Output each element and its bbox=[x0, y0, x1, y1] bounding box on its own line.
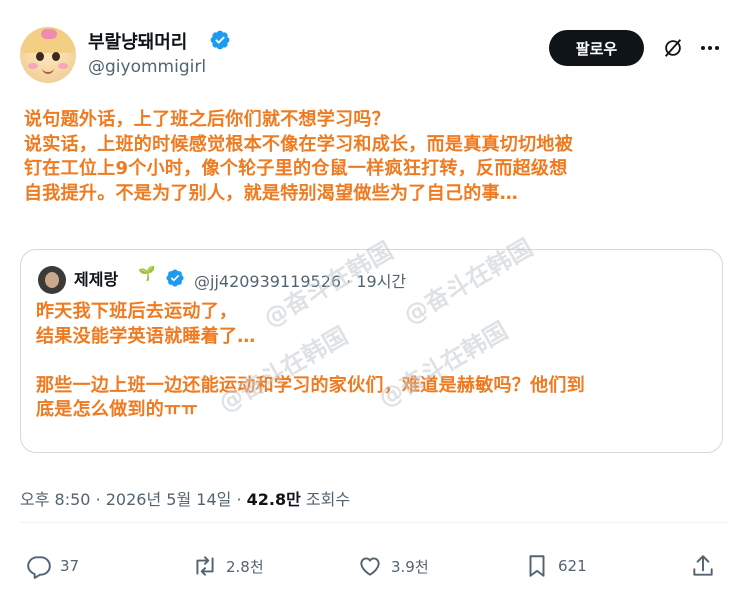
avatar-cheek-left bbox=[28, 63, 38, 69]
bookmark-icon bbox=[529, 555, 545, 577]
retweet-count: 2.8천 bbox=[226, 557, 264, 576]
avatar-mouth bbox=[42, 67, 54, 74]
verified-badge-icon[interactable] bbox=[209, 29, 231, 51]
view-count-label: 조회수 bbox=[305, 490, 351, 509]
share-button[interactable] bbox=[690, 552, 724, 580]
translation-line: 自我提升。不是为了别人，就是特别渴望做些为了自己的事… bbox=[24, 183, 519, 205]
quoted-translation-overlay: 昨天我下班后去运动了， 结果没能学英语就睡着了… 那些一边上班一边还能运动和学习… bbox=[36, 300, 726, 423]
like-icon bbox=[360, 557, 380, 576]
translation-line bbox=[36, 349, 726, 374]
avatar-eye-left bbox=[36, 52, 44, 61]
retweet-button[interactable]: 2.8천 bbox=[192, 552, 264, 580]
avatar-cheek-right bbox=[58, 63, 68, 69]
meta-separator: · bbox=[236, 490, 242, 509]
reply-icon bbox=[27, 556, 51, 579]
like-count: 3.9천 bbox=[391, 557, 429, 576]
meta-separator: · bbox=[95, 490, 101, 509]
translation-line: 钉在工位上9个小时，像个轮子里的仓鼠一样疯狂打转，反而超级想 bbox=[24, 158, 568, 180]
more-icon[interactable] bbox=[699, 40, 721, 56]
reply-count: 37 bbox=[60, 557, 80, 575]
translation-line: 结果没能学英语就睡着了… bbox=[36, 325, 256, 347]
tweet-time[interactable]: 오후 8:50 bbox=[20, 490, 90, 509]
grok-icon[interactable] bbox=[662, 37, 684, 59]
reply-button[interactable]: 37 bbox=[26, 552, 79, 580]
share-icon bbox=[693, 555, 713, 576]
bookmark-button[interactable]: 621 bbox=[524, 552, 587, 580]
quoted-author-avatar[interactable] bbox=[38, 266, 66, 294]
view-count: 42.8만 bbox=[246, 490, 301, 509]
sprout-emoji: 🌱 bbox=[138, 266, 156, 282]
author-avatar[interactable] bbox=[20, 27, 76, 83]
translation-line: 说句题外话，上了班之后你们就不想学习吗？ bbox=[24, 109, 390, 130]
follow-button[interactable]: 팔로우 bbox=[549, 30, 644, 66]
tweet-timestamp: 오후 8:50 · 2026년 5월 14일 · 42.8만 조회수 bbox=[20, 486, 350, 510]
tweet-translation-overlay: 说句题外话，上了班之后你们就不想学习吗？ 说实话，上班的时候感觉根本不像在学习和… bbox=[24, 108, 739, 207]
like-button[interactable]: 3.9천 bbox=[357, 552, 429, 580]
avatar-bow bbox=[41, 29, 57, 39]
author-handle[interactable]: @giyommigirl bbox=[88, 57, 206, 77]
verified-badge-icon bbox=[166, 269, 184, 287]
translation-line: 说实话，上班的时候感觉根本不像在学习和成长，而是真真切切地被 bbox=[24, 133, 573, 155]
quoted-author-name[interactable]: 제제랑 bbox=[74, 266, 118, 290]
bookmark-count: 621 bbox=[558, 557, 587, 575]
author-display-name[interactable]: 부랄냥돼머리 bbox=[88, 28, 187, 54]
retweet-icon bbox=[196, 556, 214, 576]
avatar-eye-right bbox=[52, 52, 60, 61]
divider bbox=[20, 522, 728, 523]
tweet-date[interactable]: 2026년 5월 14일 bbox=[106, 490, 232, 509]
translation-line: 昨天我下班后去运动了， bbox=[36, 301, 238, 322]
